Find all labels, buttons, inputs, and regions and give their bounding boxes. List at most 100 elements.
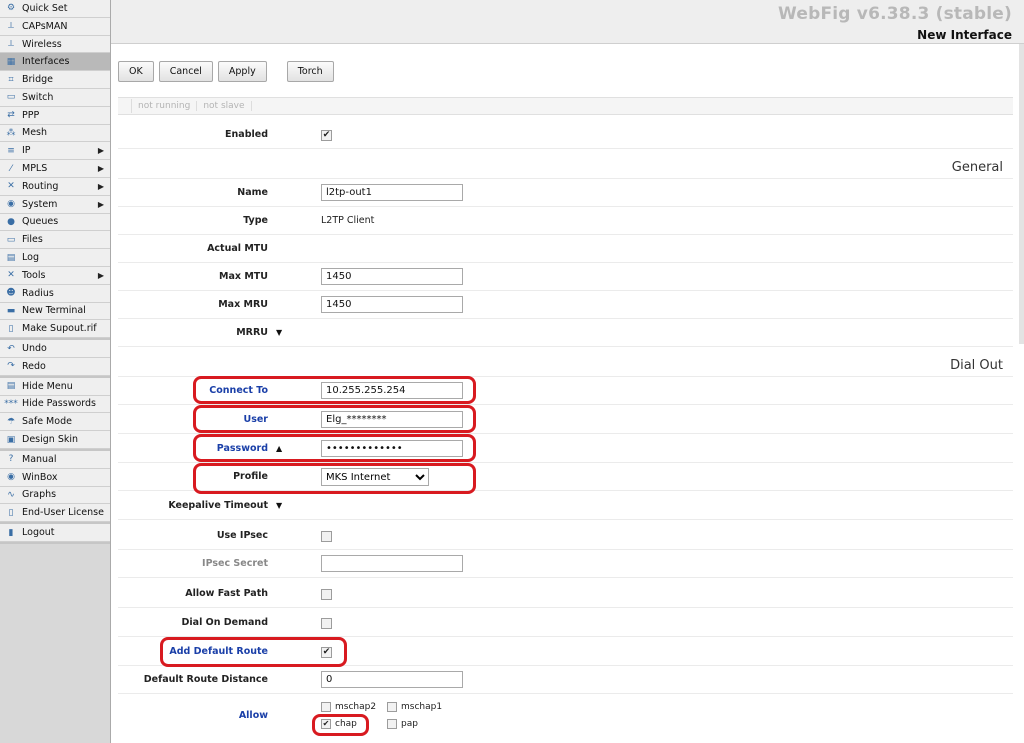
password-input[interactable] xyxy=(321,440,463,457)
mschap1-checkbox[interactable] xyxy=(387,702,397,712)
keepalive-expand-icon[interactable]: ▼ xyxy=(276,492,282,520)
keepalive-label: Keepalive Timeout xyxy=(168,500,268,511)
enabled-checkbox[interactable]: ✔ xyxy=(321,130,332,141)
sidebar-item-label: Files xyxy=(22,234,43,246)
status-slave: not slave xyxy=(197,101,252,111)
sidebar-item-quick-set[interactable]: ⚙ Quick Set xyxy=(0,0,110,18)
mrru-label: MRRU xyxy=(236,327,268,338)
add-default-route-label: Add Default Route xyxy=(169,646,268,657)
allow-fast-path-checkbox[interactable] xyxy=(321,589,332,600)
sidebar-item-new-terminal[interactable]: ▬ New Terminal xyxy=(0,303,110,321)
name-input[interactable] xyxy=(321,184,463,201)
submenu-arrow-icon: ▶ xyxy=(97,270,104,280)
mpls-icon: ⁄ xyxy=(10,163,12,174)
sidebar-item-label: Radius xyxy=(22,287,54,299)
sidebar-group: ⚙ Quick Set ⟂ CAPsMAN ⟂ Wireless ▦ Interfaces ⌗ B… xyxy=(0,0,110,341)
row-ipsec-secret: IPsec Secret xyxy=(118,550,1013,578)
connect-to-input[interactable] xyxy=(321,382,463,399)
sidebar-item-label: Graphs xyxy=(22,489,57,501)
sidebar-item-files[interactable]: ▭ Files xyxy=(0,231,110,250)
supout-icon: ▯ xyxy=(8,323,14,334)
sidebar-group: ▤ Hide Menu *** Hide Passwords ☂ Safe Mode ▣ De… xyxy=(0,377,110,451)
allow-label: Allow xyxy=(238,710,268,721)
sidebar-item-system[interactable]: ◉ System ▶ xyxy=(0,196,110,214)
sidebar-item-ip[interactable]: ≡ IP ▶ xyxy=(0,142,110,161)
sidebar-item-hide-passwords[interactable]: *** Hide Passwords xyxy=(0,396,110,414)
ok-button[interactable]: OK xyxy=(118,61,154,82)
sidebar-item-mpls[interactable]: ⁄ MPLS ▶ xyxy=(0,160,110,178)
section-dial-out: Dial Out xyxy=(118,355,1013,377)
sidebar-item-switch[interactable]: ▭ Switch xyxy=(0,89,110,107)
mschap2-checkbox[interactable] xyxy=(321,702,331,712)
user-input[interactable] xyxy=(321,411,463,428)
sidebar-item-label: Manual xyxy=(22,453,57,465)
row-dial-on-demand: Dial On Demand xyxy=(118,609,1013,637)
undo-icon: ↶ xyxy=(7,343,15,354)
mesh-icon: ⁂ xyxy=(6,127,16,138)
sidebar-item-make-supout-rif[interactable]: ▯ Make Supout.rif xyxy=(0,320,110,339)
sidebar-item-end-user-license[interactable]: ▯ End-User License xyxy=(0,504,110,523)
password-collapse-icon[interactable]: ▲ xyxy=(276,435,282,463)
add-default-route-checkbox[interactable]: ✔ xyxy=(321,647,332,658)
sidebar-item-winbox[interactable]: ◉ WinBox xyxy=(0,469,110,487)
max-mtu-input[interactable] xyxy=(321,268,463,285)
hide-passwords-icon: *** xyxy=(4,398,18,409)
sidebar-item-logout[interactable]: ▮ Logout xyxy=(0,524,110,542)
mrru-expand-icon[interactable]: ▼ xyxy=(276,319,282,347)
section-general: General xyxy=(118,157,1013,179)
sidebar-item-wireless[interactable]: ⟂ Wireless xyxy=(0,36,110,54)
mschap2-label: mschap2 xyxy=(335,702,377,712)
allow-option-mschap1[interactable]: mschap1 xyxy=(387,702,442,712)
max-mru-input[interactable] xyxy=(321,296,463,313)
sidebar-item-label: Routing xyxy=(22,180,59,192)
ipsec-secret-input[interactable] xyxy=(321,555,463,572)
dial-on-demand-checkbox[interactable] xyxy=(321,618,332,629)
pap-checkbox[interactable] xyxy=(387,719,397,729)
sidebar-item-label: Redo xyxy=(22,360,46,372)
sidebar-item-routing[interactable]: ✕ Routing ▶ xyxy=(0,178,110,196)
scrollbar[interactable] xyxy=(1019,44,1024,344)
ipsec-secret-label: IPsec Secret xyxy=(202,558,268,569)
sidebar-item-bridge[interactable]: ⌗ Bridge xyxy=(0,71,110,89)
switch-icon: ▭ xyxy=(6,92,16,103)
sidebar-item-label: Queues xyxy=(22,216,59,228)
apply-button[interactable]: Apply xyxy=(217,61,267,82)
sidebar-item-capsman[interactable]: ⟂ CAPsMAN xyxy=(0,18,110,36)
sidebar-item-manual[interactable]: ? Manual xyxy=(0,451,110,469)
sidebar-item-undo[interactable]: ↶ Undo xyxy=(0,340,110,358)
winbox-icon: ◉ xyxy=(7,472,15,483)
sidebar-item-interfaces[interactable]: ▦ Interfaces xyxy=(0,53,110,72)
sidebar-item-design-skin[interactable]: ▣ Design Skin xyxy=(0,431,110,449)
sidebar-item-redo[interactable]: ↷ Redo xyxy=(0,358,110,376)
sidebar-item-label: Wireless xyxy=(22,38,62,50)
allow-option-mschap2[interactable]: mschap2 xyxy=(321,702,376,712)
sidebar-item-hide-menu[interactable]: ▤ Hide Menu xyxy=(0,378,110,396)
status-spacer xyxy=(120,99,132,113)
row-max-mru: Max MRU xyxy=(118,291,1013,319)
chap-checkbox[interactable]: ✔ xyxy=(321,719,331,729)
torch-button[interactable]: Torch xyxy=(286,61,334,82)
sidebar-item-label: PPP xyxy=(22,109,40,121)
profile-select[interactable]: MKS Internet xyxy=(321,468,429,486)
sidebar-item-graphs[interactable]: ∿ Graphs xyxy=(0,487,110,505)
sidebar-item-ppp[interactable]: ⇄ PPP xyxy=(0,107,110,125)
allow-option-pap[interactable]: pap xyxy=(387,719,418,729)
ppp-icon: ⇄ xyxy=(7,110,15,121)
default-route-distance-input[interactable] xyxy=(321,671,463,688)
row-add-default-route: Add Default Route ✔ xyxy=(118,638,1013,666)
interfaces-icon: ▦ xyxy=(6,56,16,67)
section-general-title: General xyxy=(951,160,1003,175)
toolbar: OK Cancel Apply Torch xyxy=(118,61,334,82)
sidebar-item-log[interactable]: ▤ Log xyxy=(0,249,110,267)
type-value: L2TP Client xyxy=(321,215,375,226)
sidebar-item-queues[interactable]: ● Queues xyxy=(0,214,110,232)
cancel-button[interactable]: Cancel xyxy=(158,61,213,82)
manual-icon: ? xyxy=(8,454,14,465)
use-ipsec-checkbox[interactable] xyxy=(321,531,332,542)
enabled-label: Enabled xyxy=(225,129,268,140)
sidebar-item-mesh[interactable]: ⁂ Mesh xyxy=(0,125,110,143)
allow-option-chap[interactable]: ✔ chap xyxy=(321,719,357,729)
sidebar-item-radius[interactable]: ☻ Radius xyxy=(0,285,110,303)
sidebar-item-safe-mode[interactable]: ☂ Safe Mode xyxy=(0,413,110,432)
sidebar-item-tools[interactable]: ✕ Tools ▶ xyxy=(0,267,110,285)
